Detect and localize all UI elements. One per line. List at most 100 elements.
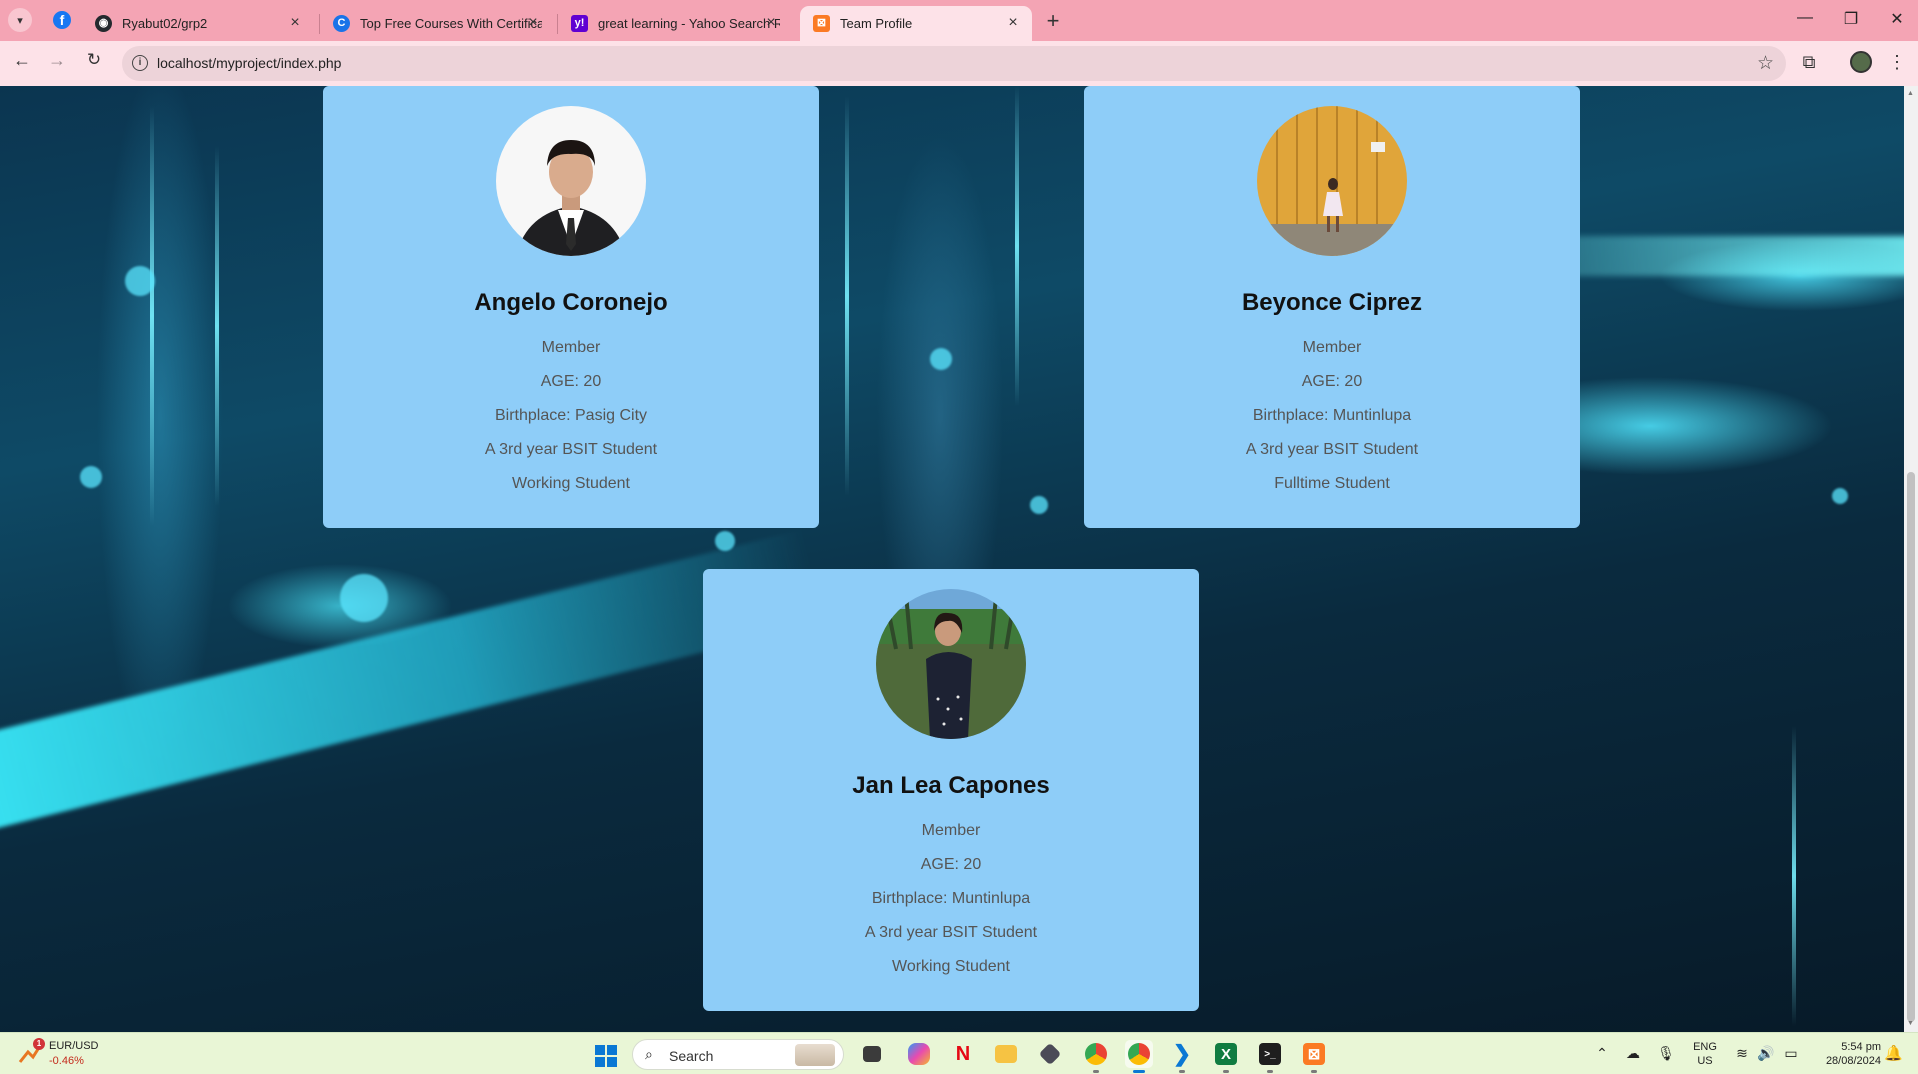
- chrome-icon[interactable]: [1125, 1040, 1153, 1073]
- address-bar[interactable]: i localhost/myproject/index.php ☆: [122, 46, 1786, 81]
- close-window-button[interactable]: ✕: [1882, 9, 1912, 29]
- close-tab-icon[interactable]: ×: [762, 14, 780, 32]
- minimize-button[interactable]: —: [1790, 9, 1820, 27]
- language-indicator[interactable]: ENG US: [1690, 1040, 1720, 1068]
- xampp-icon: ⊠: [813, 15, 830, 32]
- page-scrollbar[interactable]: ▲ ▼: [1904, 86, 1918, 1032]
- windows-taskbar: 1 EUR/USD -0.46% ⌕ Search N ❯ X >_ ⊠ ⌃ ☁…: [0, 1032, 1918, 1074]
- xampp-icon[interactable]: ⊠: [1300, 1040, 1328, 1073]
- reload-button[interactable]: ↻: [82, 50, 106, 70]
- wifi-icon[interactable]: ≋: [1731, 1045, 1753, 1062]
- volume-icon[interactable]: 🔊: [1755, 1045, 1777, 1062]
- great-learning-icon: C: [333, 15, 350, 32]
- github-icon: ◉: [95, 15, 112, 32]
- language-code: ENG: [1693, 1041, 1717, 1053]
- page-viewport: Angelo Coronejo Member AGE: 20 Birthplac…: [0, 86, 1918, 1032]
- tab-yahoo[interactable]: y! great learning - Yahoo Search Results…: [558, 6, 790, 41]
- widget-pair[interactable]: EUR/USD: [49, 1040, 99, 1052]
- close-tab-icon[interactable]: ×: [524, 14, 542, 32]
- clock-date: 28/08/2024: [1825, 1055, 1881, 1067]
- background-light-line: [845, 96, 849, 496]
- profile-photo: [496, 106, 646, 256]
- member-year: A 3rd year BSIT Student: [864, 924, 1038, 941]
- scroll-up-icon[interactable]: ▲: [1907, 90, 1914, 97]
- background-light-line: [150, 106, 154, 526]
- background-bokeh: [1832, 488, 1848, 504]
- background-bokeh: [715, 531, 735, 551]
- vscode-icon[interactable]: ❯: [1168, 1040, 1196, 1073]
- excel-icon[interactable]: X: [1212, 1040, 1240, 1073]
- member-role: Member: [1302, 339, 1362, 356]
- close-tab-icon[interactable]: ×: [1004, 14, 1022, 32]
- chrome-icon[interactable]: [1082, 1040, 1110, 1073]
- facebook-pinned-tab-icon[interactable]: f: [53, 11, 71, 29]
- background-light-beam: [0, 529, 825, 840]
- onedrive-icon[interactable]: ☁: [1622, 1045, 1644, 1062]
- tab-great-learning[interactable]: C Top Free Courses With Certificate ×: [320, 6, 552, 41]
- back-button[interactable]: ←: [10, 50, 34, 71]
- profile-card: Angelo Coronejo Member AGE: 20 Birthplac…: [323, 86, 819, 528]
- terminal-icon[interactable]: >_: [1256, 1040, 1284, 1073]
- windows-start-icon[interactable]: [595, 1045, 617, 1067]
- clock-time: 5:54 pm: [1841, 1041, 1881, 1053]
- close-tab-icon[interactable]: ×: [286, 14, 304, 32]
- member-status: Fulltime Student: [1274, 475, 1390, 492]
- browser-tab-strip: ▾ f ◉ Ryabut02/grp2 × C Top Free Courses…: [0, 0, 1918, 41]
- tab-title: great learning - Yahoo Search Results: [598, 16, 780, 31]
- background-light-line: [215, 146, 219, 506]
- region-code: US: [1697, 1055, 1713, 1067]
- notification-bell-icon[interactable]: 🔔: [1884, 1044, 1903, 1062]
- member-status: Working Student: [892, 958, 1010, 975]
- background-bokeh: [930, 348, 952, 370]
- member-age: AGE: 20: [1301, 373, 1363, 390]
- app-icon[interactable]: [1036, 1040, 1064, 1068]
- show-hidden-icons[interactable]: ⌃: [1591, 1045, 1613, 1062]
- yahoo-icon: y!: [571, 15, 588, 32]
- taskbar-search-box[interactable]: ⌕ Search: [632, 1039, 844, 1070]
- member-age: AGE: 20: [540, 373, 602, 390]
- notification-badge: 1: [33, 1038, 45, 1050]
- bookmark-star-icon[interactable]: ☆: [1757, 52, 1774, 75]
- battery-icon[interactable]: ▭: [1780, 1045, 1802, 1062]
- microphone-icon[interactable]: 🎙: [1655, 1045, 1677, 1062]
- member-name: Beyonce Ciprez: [1241, 289, 1423, 316]
- copilot-icon[interactable]: [905, 1040, 933, 1068]
- background-bokeh: [125, 266, 155, 296]
- file-explorer-icon[interactable]: [858, 1040, 886, 1068]
- tab-title: Ryabut02/grp2: [122, 16, 208, 31]
- member-status: Working Student: [512, 475, 630, 492]
- profile-photo: [876, 589, 1026, 739]
- tab-search-button[interactable]: ▾: [8, 8, 32, 32]
- member-birthplace: Birthplace: Pasig City: [494, 407, 648, 424]
- scrollbar-thumb[interactable]: [1907, 472, 1915, 1022]
- folder-icon[interactable]: [992, 1040, 1020, 1068]
- search-placeholder: Search: [669, 1048, 714, 1064]
- profile-photo: [1257, 106, 1407, 256]
- member-birthplace: Birthplace: Muntinlupa: [871, 890, 1031, 907]
- member-age: AGE: 20: [920, 856, 982, 873]
- widget-change[interactable]: -0.46%: [49, 1055, 84, 1067]
- search-highlight-image: [795, 1044, 835, 1066]
- background-bokeh: [340, 574, 388, 622]
- scroll-down-icon[interactable]: ▼: [1907, 1020, 1914, 1027]
- site-info-icon[interactable]: i: [132, 55, 148, 71]
- member-name: Jan Lea Capones: [852, 772, 1050, 799]
- profile-card: Beyonce Ciprez Member AGE: 20 Birthplace…: [1084, 86, 1580, 528]
- extensions-icon[interactable]: ⧉: [1797, 52, 1821, 73]
- background-bokeh: [80, 466, 102, 488]
- browser-menu-icon[interactable]: ⋮: [1885, 52, 1909, 73]
- system-clock[interactable]: 5:54 pm 28/08/2024: [1815, 1040, 1881, 1068]
- forward-button[interactable]: →: [45, 50, 69, 71]
- background-light-line: [1015, 86, 1019, 406]
- background-bokeh: [1030, 496, 1048, 514]
- profile-avatar-icon[interactable]: [1850, 51, 1872, 73]
- restore-button[interactable]: ❐: [1836, 9, 1866, 29]
- url-text[interactable]: localhost/myproject/index.php: [157, 55, 341, 71]
- member-name: Angelo Coronejo: [474, 289, 668, 316]
- netflix-icon[interactable]: N: [949, 1040, 977, 1068]
- tab-title: Team Profile: [840, 16, 913, 31]
- tab-team-profile[interactable]: ⊠ Team Profile ×: [800, 6, 1032, 41]
- member-year: A 3rd year BSIT Student: [1245, 441, 1419, 458]
- new-tab-button[interactable]: +: [1041, 8, 1065, 34]
- tab-github[interactable]: ◉ Ryabut02/grp2 ×: [82, 6, 314, 41]
